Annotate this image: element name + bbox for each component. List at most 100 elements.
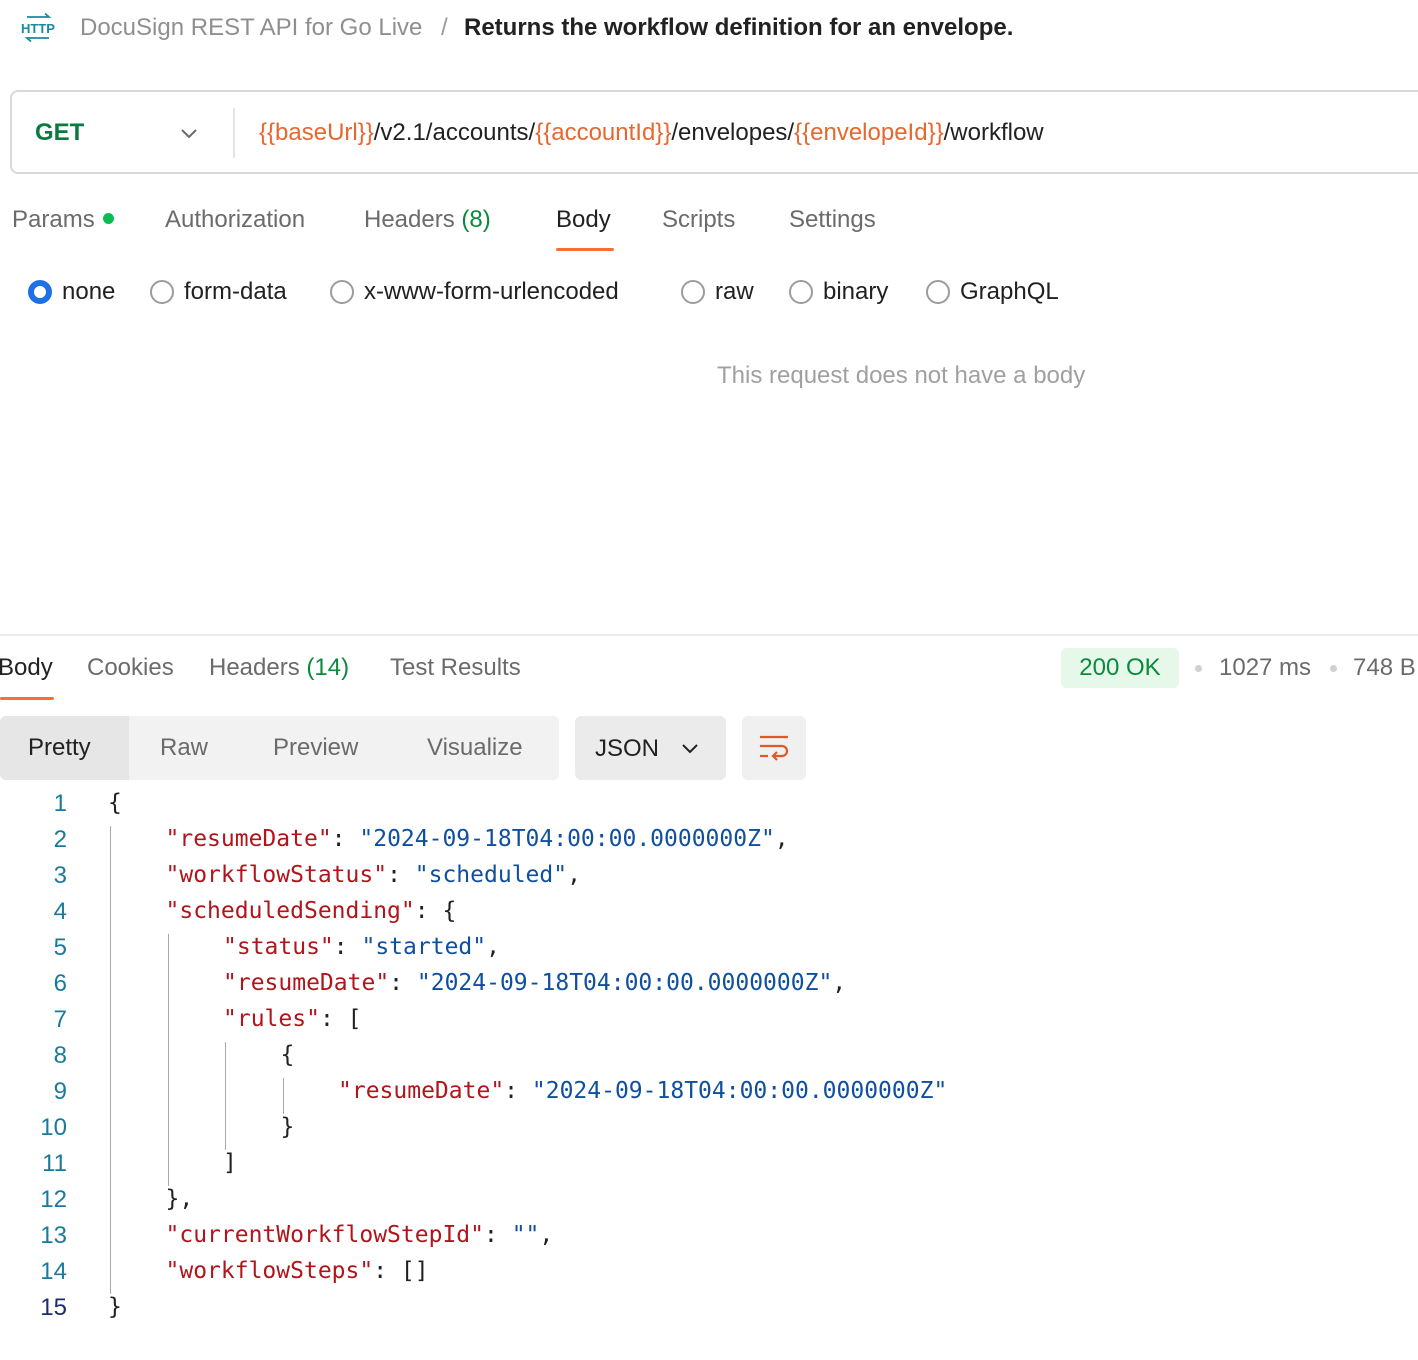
json-punctuation: : { bbox=[414, 898, 457, 924]
view-pretty-button[interactable]: Pretty bbox=[0, 716, 129, 780]
wrap-lines-icon bbox=[760, 735, 789, 761]
json-punctuation: , bbox=[567, 862, 581, 888]
code-line: 2 "resumeDate": "2024-09-18T04:00:00.0000… bbox=[0, 826, 1418, 862]
code-content: "resumeDate": "2024-09-18T04:00:00.00000… bbox=[338, 1078, 947, 1104]
json-punctuation: , bbox=[486, 934, 500, 960]
url-input[interactable]: {{baseUrl}}/v2.1/accounts/{{accountId}}/… bbox=[259, 119, 1044, 147]
meta-separator-dot bbox=[1330, 665, 1337, 672]
json-punctuation: : [] bbox=[373, 1258, 429, 1284]
json-string: "2024-09-18T04:00:00.0000000Z" bbox=[531, 1078, 948, 1104]
code-content: "scheduledSending": { bbox=[166, 898, 457, 924]
pane-divider[interactable] bbox=[0, 634, 1418, 636]
view-visualize-button[interactable]: Visualize bbox=[427, 716, 523, 780]
tab-settings[interactable]: Settings bbox=[789, 206, 876, 234]
json-punctuation: , bbox=[539, 1222, 554, 1248]
json-punctuation: } bbox=[280, 1114, 295, 1140]
request-title[interactable]: Returns the workflow definition for an e… bbox=[464, 14, 1013, 42]
code-line: 6 "resumeDate": "2024-09-18T04:00:00.0000… bbox=[0, 970, 1418, 1006]
response-tab-body[interactable]: Body bbox=[0, 654, 53, 682]
code-content: "resumeDate": "2024-09-18T04:00:00.00000… bbox=[223, 970, 846, 996]
code-line: 7 "rules": [ bbox=[0, 1006, 1418, 1042]
response-tab-test-results-label: Test Results bbox=[390, 654, 521, 681]
response-size[interactable]: 748 B bbox=[1353, 654, 1416, 682]
code-content: "resumeDate": "2024-09-18T04:00:00.00000… bbox=[166, 826, 789, 852]
json-punctuation: : [ bbox=[319, 1006, 362, 1032]
json-string: "scheduled" bbox=[414, 862, 568, 888]
line-number: 14 bbox=[40, 1258, 67, 1285]
json-punctuation: { bbox=[108, 790, 122, 816]
json-punctuation: , bbox=[774, 826, 789, 852]
json-punctuation: , bbox=[832, 970, 847, 996]
line-number: 15 bbox=[40, 1294, 67, 1321]
line-number: 8 bbox=[53, 1042, 67, 1069]
breadcrumb-collection-link[interactable]: DocuSign REST API for Go Live bbox=[80, 14, 422, 42]
code-content: }, bbox=[166, 1186, 194, 1212]
url-variable-envelopeid: {{envelopeId}} bbox=[794, 119, 944, 146]
line-number: 7 bbox=[53, 1006, 67, 1033]
tab-authorization-label: Authorization bbox=[165, 206, 306, 233]
response-tab-test-results[interactable]: Test Results bbox=[390, 654, 521, 682]
active-tab-indicator bbox=[556, 248, 614, 251]
response-tab-headers-label: Headers bbox=[209, 654, 300, 681]
line-number: 6 bbox=[53, 970, 67, 997]
json-punctuation: : bbox=[387, 862, 415, 888]
wrap-lines-button[interactable] bbox=[742, 716, 806, 780]
code-line: 8{ bbox=[0, 1042, 1418, 1078]
line-number: 1 bbox=[53, 790, 67, 817]
line-number: 2 bbox=[53, 826, 67, 853]
json-key: "resumeDate" bbox=[223, 970, 390, 996]
response-body-viewer[interactable]: 1 {2 "resumeDate": "2024-09-18T04:00:00.00… bbox=[0, 788, 1418, 1348]
code-line: 5 "status": "started", bbox=[0, 934, 1418, 970]
json-key: "currentWorkflowStepId" bbox=[165, 1222, 485, 1248]
code-line: 14 "workflowSteps": [] bbox=[0, 1258, 1418, 1294]
tab-scripts-label: Scripts bbox=[662, 206, 736, 233]
code-line: 15} bbox=[0, 1294, 1418, 1330]
line-number: 10 bbox=[40, 1114, 67, 1141]
json-punctuation: : bbox=[333, 934, 362, 960]
tab-params[interactable]: Params bbox=[12, 206, 114, 234]
tab-headers-count: (8) bbox=[461, 206, 491, 233]
json-key: "workflowSteps" bbox=[165, 1258, 374, 1284]
code-content: "status": "started", bbox=[223, 934, 500, 960]
line-number: 12 bbox=[40, 1186, 67, 1213]
line-number: 9 bbox=[53, 1078, 67, 1105]
view-mode-group: Pretty Raw Preview Visualize bbox=[0, 716, 559, 780]
indent-guide bbox=[167, 934, 169, 1186]
params-indicator-dot bbox=[102, 213, 114, 225]
request-tabs: Params Authorization Headers (8) Body Sc… bbox=[0, 198, 1000, 258]
chevron-down-icon bbox=[682, 744, 698, 754]
json-punctuation: : bbox=[484, 1222, 512, 1248]
code-content: "workflowStatus": "scheduled", bbox=[166, 862, 581, 888]
response-tab-cookies[interactable]: Cookies bbox=[87, 654, 174, 682]
response-time[interactable]: 1027 ms bbox=[1219, 654, 1311, 682]
meta-separator-dot bbox=[1195, 665, 1202, 672]
code-line: 13 "currentWorkflowStepId": "", bbox=[0, 1222, 1418, 1258]
format-select[interactable]: JSON bbox=[575, 716, 726, 780]
tab-headers[interactable]: Headers (8) bbox=[364, 206, 491, 234]
code-line: 3 "workflowStatus": "scheduled", bbox=[0, 862, 1418, 898]
json-key: "status" bbox=[223, 934, 334, 960]
response-tab-cookies-label: Cookies bbox=[87, 654, 174, 681]
radio-none-label: none bbox=[62, 278, 116, 305]
view-raw-button[interactable]: Raw bbox=[160, 716, 208, 780]
json-key: "resumeDate" bbox=[165, 826, 332, 852]
code-line: 12}, bbox=[0, 1186, 1418, 1222]
code-line: 4 "scheduledSending": { bbox=[0, 898, 1418, 934]
json-punctuation: }, bbox=[165, 1186, 194, 1212]
tab-scripts[interactable]: Scripts bbox=[662, 206, 735, 234]
tab-body[interactable]: Body bbox=[556, 206, 611, 234]
response-tabs: Body Cookies Headers (14) Test Results 2… bbox=[0, 648, 1418, 706]
breadcrumb: HTTP DocuSign REST API for Go Live / Ret… bbox=[0, 0, 1418, 56]
tab-authorization[interactable]: Authorization bbox=[165, 206, 305, 234]
response-tab-headers[interactable]: Headers (14) bbox=[209, 654, 349, 682]
json-punctuation: : bbox=[389, 970, 417, 996]
json-punctuation: } bbox=[108, 1294, 122, 1320]
code-line: 10} bbox=[0, 1114, 1418, 1150]
view-preview-button[interactable]: Preview bbox=[273, 716, 358, 780]
tab-body-label: Body bbox=[556, 206, 611, 233]
status-badge[interactable]: 200 OK bbox=[1061, 648, 1179, 688]
code-content: { bbox=[108, 790, 122, 816]
radio-unselected-icon bbox=[150, 280, 174, 304]
radio-unselected-icon bbox=[926, 280, 950, 304]
line-number: 11 bbox=[42, 1150, 67, 1177]
